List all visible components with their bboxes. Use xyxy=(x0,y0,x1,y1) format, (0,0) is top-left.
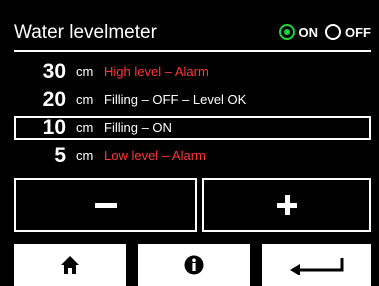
level-description: High level – Alarm xyxy=(104,64,209,79)
home-icon xyxy=(61,256,79,274)
level-value: 30 xyxy=(42,60,66,83)
radio-on[interactable]: ON xyxy=(278,24,319,40)
back-arrow-icon xyxy=(289,258,343,275)
level-unit: cm xyxy=(76,148,94,163)
level-list: 30 cm High level – Alarm 20 cm Filling –… xyxy=(14,60,371,172)
decrease-button[interactable] xyxy=(14,178,197,232)
level-description: Filling – OFF – Level OK xyxy=(104,92,247,107)
radio-on-circle-icon[interactable] xyxy=(278,24,295,40)
level-value: 5 xyxy=(54,144,66,167)
level-unit: cm xyxy=(76,64,94,79)
power-radio-group: ON OFF xyxy=(272,24,371,40)
increase-button[interactable] xyxy=(202,178,371,232)
info-icon xyxy=(184,255,204,275)
radio-off-circle-icon[interactable] xyxy=(325,24,341,40)
page-title: Water levelmeter xyxy=(14,22,157,43)
level-value: 10 xyxy=(42,116,66,139)
level-row-30[interactable]: 30 cm High level – Alarm xyxy=(14,60,371,84)
level-value: 20 xyxy=(42,88,66,111)
level-row-20[interactable]: 20 cm Filling – OFF – Level OK xyxy=(14,88,371,112)
radio-off-label: OFF xyxy=(345,24,371,40)
level-description: Low level – Alarm xyxy=(104,148,206,163)
level-unit: cm xyxy=(76,92,94,107)
level-row-10[interactable]: 10 cm Filling – ON xyxy=(14,116,371,140)
home-button[interactable] xyxy=(14,244,126,286)
info-button[interactable] xyxy=(138,244,250,286)
minus-icon xyxy=(94,203,117,208)
water-levelmeter-screen: Water levelmeter ON OFF 30 cm High level… xyxy=(0,0,379,286)
header: Water levelmeter ON OFF xyxy=(14,12,371,52)
radio-on-label: ON xyxy=(298,24,319,40)
level-row-5[interactable]: 5 cm Low level – Alarm xyxy=(14,144,371,168)
radio-off[interactable]: OFF xyxy=(325,24,371,40)
back-button[interactable] xyxy=(262,244,371,286)
level-unit: cm xyxy=(76,120,94,135)
level-description: Filling – ON xyxy=(104,120,172,135)
